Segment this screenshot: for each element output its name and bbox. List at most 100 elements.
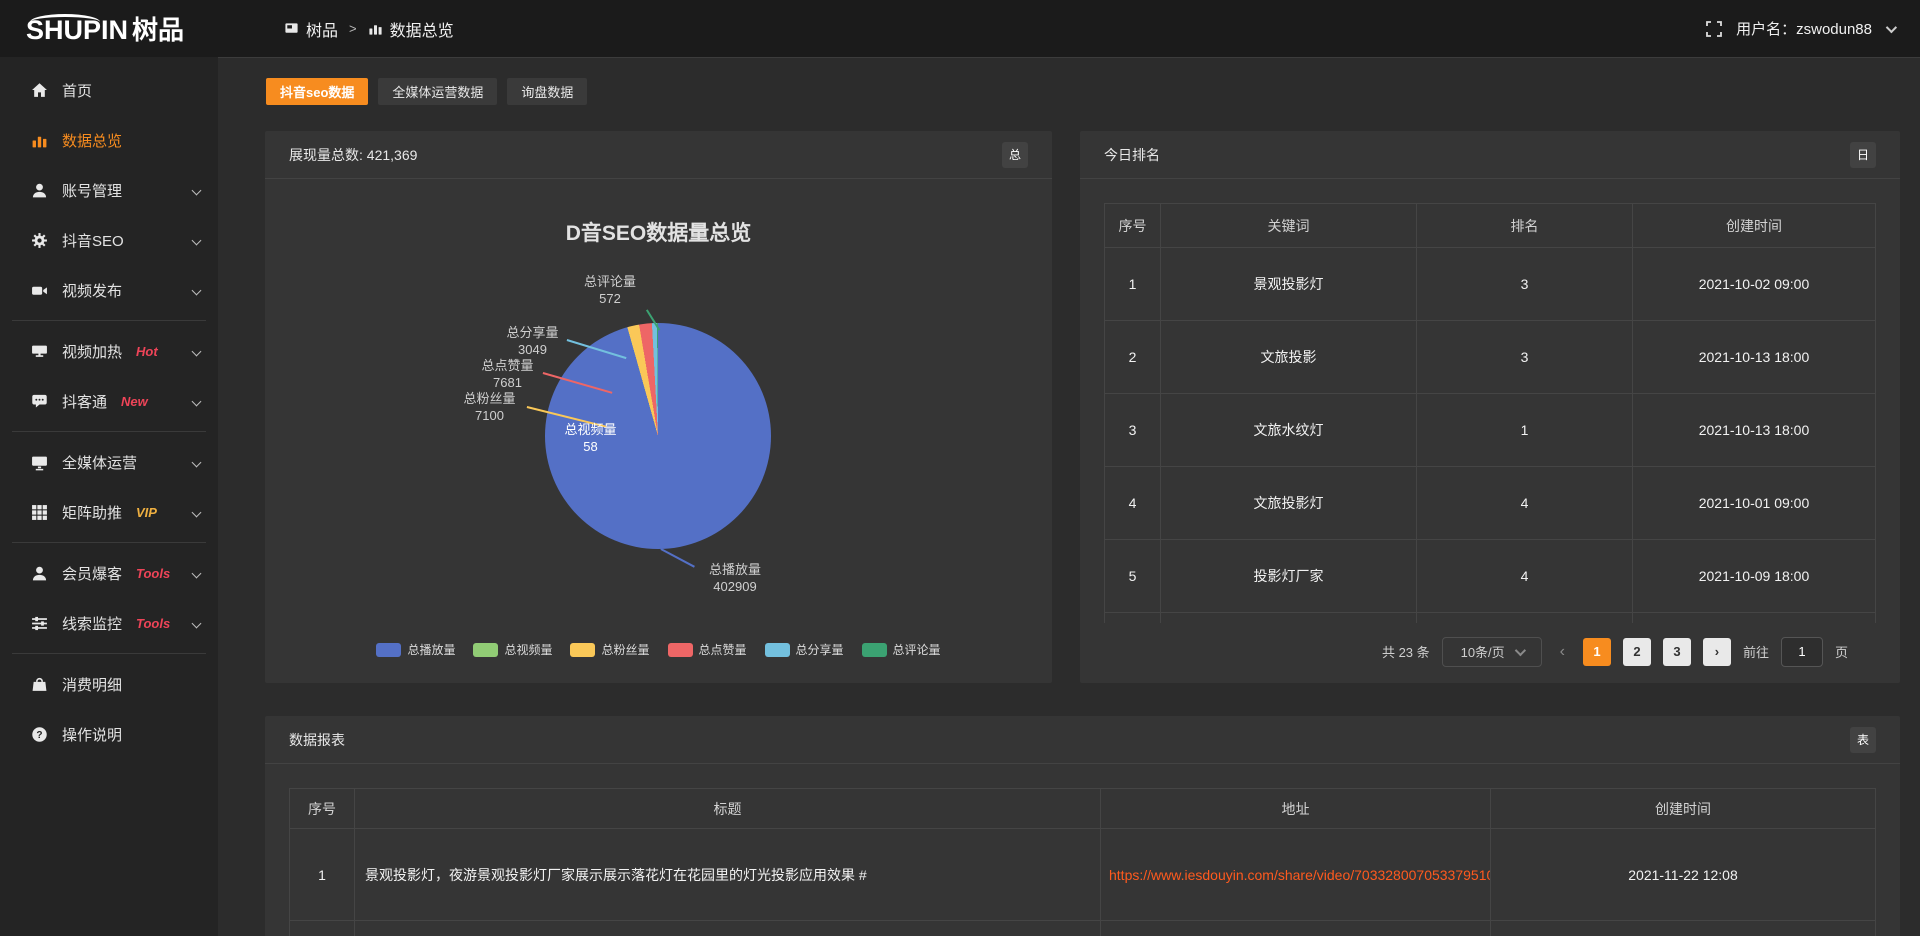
logo: SHUPIN 树品 bbox=[0, 10, 218, 47]
column-header: 序号 bbox=[1105, 204, 1161, 248]
page-button-3[interactable]: 3 bbox=[1663, 638, 1691, 666]
column-header: 创建时间 bbox=[1491, 789, 1876, 829]
cell-keyword: 文旅投影灯 bbox=[1161, 467, 1417, 540]
vip-badge: VIP bbox=[136, 505, 157, 520]
prev-page-button[interactable]: ‹ bbox=[1554, 643, 1571, 661]
legend-item-comments[interactable]: 总评论量 bbox=[862, 641, 941, 658]
sidebar-item-video-heat[interactable]: 视频加热 Hot bbox=[0, 326, 218, 376]
column-header: 关键词 bbox=[1161, 204, 1417, 248]
legend-item-plays[interactable]: 总播放量 bbox=[376, 641, 455, 658]
user-menu-chevron-icon[interactable] bbox=[1886, 21, 1897, 32]
breadcrumb-root[interactable]: 树品 bbox=[306, 17, 338, 41]
report-panel-header: 数据报表 表 bbox=[265, 716, 1900, 764]
sidebar-item-clue-monitor[interactable]: 线索监控 Tools bbox=[0, 598, 218, 648]
legend-item-videos[interactable]: 总视频量 bbox=[473, 641, 552, 658]
cell-index: 5 bbox=[1105, 540, 1161, 613]
cell-url: https://www.iesdouyin.com/share/video/70… bbox=[1101, 829, 1491, 921]
tab-inquiry-data[interactable]: 询盘数据 bbox=[507, 78, 587, 105]
chevron-down-icon bbox=[192, 457, 202, 467]
total-view-button[interactable]: 总 bbox=[1002, 142, 1028, 168]
chevron-down-icon bbox=[1514, 644, 1525, 655]
cell-created: 2021-10-13 18:00 bbox=[1633, 321, 1876, 394]
sidebar-item-account[interactable]: 账号管理 bbox=[0, 165, 218, 215]
column-header: 地址 bbox=[1101, 789, 1491, 829]
sidebar-divider bbox=[12, 653, 206, 654]
legend-swatch bbox=[473, 643, 498, 657]
sidebar-item-member-burst[interactable]: 会员爆客 Tools bbox=[0, 548, 218, 598]
logo-text-cn: 树品 bbox=[132, 10, 184, 47]
chevron-down-icon bbox=[192, 568, 202, 578]
tab-douyin-seo-data[interactable]: 抖音seo数据 bbox=[266, 78, 368, 105]
pie-label-plays: 总播放量402909 bbox=[685, 561, 785, 595]
table-row: 1景观投影灯32021-10-02 09:00 bbox=[1105, 248, 1876, 321]
sidebar-divider bbox=[12, 431, 206, 432]
table-row-partial bbox=[1105, 613, 1876, 623]
user-area: 用户名：zswodun88 bbox=[1706, 18, 1894, 39]
chevron-down-icon bbox=[192, 185, 202, 195]
rank-panel-title: 今日排名 bbox=[1104, 145, 1160, 165]
sidebar-item-home[interactable]: 首页 bbox=[0, 65, 218, 115]
goto-page-input[interactable] bbox=[1781, 637, 1823, 667]
cell-created: 2021-10-01 09:00 bbox=[1633, 467, 1876, 540]
rank-table-header-row: 序号 关键词 排名 创建时间 bbox=[1105, 204, 1876, 248]
sidebar-item-label: 视频发布 bbox=[62, 280, 122, 301]
user-icon bbox=[30, 181, 48, 199]
cell-created: 2021-10-13 18:00 bbox=[1633, 394, 1876, 467]
report-table: 序号 标题 地址 创建时间 1 景观投影灯，夜游景观投影灯厂家展示展示落花灯在花… bbox=[289, 788, 1876, 936]
today-rank-panel: 今日排名 日 序号 关键词 排名 创建时间 bbox=[1080, 131, 1900, 683]
cell-keyword: 景观投影灯 bbox=[1161, 248, 1417, 321]
video-link[interactable]: https://www.iesdouyin.com/share/video/70… bbox=[1109, 867, 1491, 883]
data-tabs: 抖音seo数据 全媒体运营数据 询盘数据 bbox=[266, 78, 587, 105]
page-button-2[interactable]: 2 bbox=[1623, 638, 1651, 666]
fullscreen-icon[interactable] bbox=[1706, 21, 1722, 37]
column-header: 标题 bbox=[355, 789, 1101, 829]
legend-item-shares[interactable]: 总分享量 bbox=[765, 641, 844, 658]
table-view-button[interactable]: 表 bbox=[1850, 727, 1876, 753]
sidebar-item-help[interactable]: ? 操作说明 bbox=[0, 709, 218, 759]
next-page-button[interactable]: › bbox=[1703, 638, 1731, 666]
sidebar-item-media-operation[interactable]: 全媒体运营 bbox=[0, 437, 218, 487]
cell-rank: 1 bbox=[1417, 394, 1633, 467]
seo-chart-panel: 展现量总数: 421,369 总 D音SEO数据量总览 总评论量572 总分享量… bbox=[265, 131, 1052, 683]
sidebar-item-consume-detail[interactable]: 消费明细 bbox=[0, 659, 218, 709]
page-button-1[interactable]: 1 bbox=[1583, 638, 1611, 666]
sidebar-item-matrix-boost[interactable]: 矩阵助推 VIP bbox=[0, 487, 218, 537]
chat-icon bbox=[30, 392, 48, 410]
member-icon bbox=[30, 564, 48, 582]
pie-label-likes: 总点赞量7681 bbox=[465, 357, 550, 391]
cell-index: 3 bbox=[1105, 394, 1161, 467]
sidebar-item-label: 消费明细 bbox=[62, 674, 122, 695]
sidebar-item-douyin-seo[interactable]: 抖音SEO bbox=[0, 215, 218, 265]
tools-badge: Tools bbox=[136, 616, 170, 631]
chevron-down-icon bbox=[192, 285, 202, 295]
sidebar-item-douketong[interactable]: 抖客通 New bbox=[0, 376, 218, 426]
screen-icon bbox=[30, 342, 48, 360]
bar-chart-icon bbox=[30, 131, 48, 149]
table-row-partial bbox=[290, 921, 1876, 936]
home-icon bbox=[30, 81, 48, 99]
sidebar-item-label: 抖音SEO bbox=[62, 230, 124, 251]
video-publish-icon bbox=[30, 281, 48, 299]
pie-label-comments: 总评论量572 bbox=[565, 273, 655, 307]
sidebar-item-data-overview[interactable]: 数据总览 bbox=[0, 115, 218, 165]
sidebar-item-label: 数据总览 bbox=[62, 130, 122, 151]
hot-badge: Hot bbox=[136, 344, 158, 359]
legend-item-likes[interactable]: 总点赞量 bbox=[668, 641, 747, 658]
chevron-down-icon bbox=[192, 396, 202, 406]
report-table-area: 序号 标题 地址 创建时间 1 景观投影灯，夜游景观投影灯厂家展示展示落花灯在花… bbox=[265, 764, 1900, 936]
cell-keyword: 文旅投影 bbox=[1161, 321, 1417, 394]
username-label[interactable]: 用户名：zswodun88 bbox=[1736, 18, 1872, 39]
chevron-down-icon bbox=[192, 618, 202, 628]
legend-item-fans[interactable]: 总粉丝量 bbox=[570, 641, 649, 658]
cell-index: 2 bbox=[1105, 321, 1161, 394]
table-row: 5投影灯厂家42021-10-09 18:00 bbox=[1105, 540, 1876, 613]
daily-view-button[interactable]: 日 bbox=[1850, 142, 1876, 168]
tab-media-operation-data[interactable]: 全媒体运营数据 bbox=[378, 78, 497, 105]
topbar: SHUPIN 树品 树品 > 数据总览 用户名：zswodun88 bbox=[0, 0, 1920, 57]
sidebar-item-label: 全媒体运营 bbox=[62, 452, 137, 473]
page-size-select[interactable]: 10条/页 bbox=[1442, 637, 1542, 667]
sidebar-item-video-publish[interactable]: 视频发布 bbox=[0, 265, 218, 315]
rank-panel-header: 今日排名 日 bbox=[1080, 131, 1900, 179]
column-header: 序号 bbox=[290, 789, 355, 829]
sidebar-item-label: 抖客通 bbox=[62, 391, 107, 412]
